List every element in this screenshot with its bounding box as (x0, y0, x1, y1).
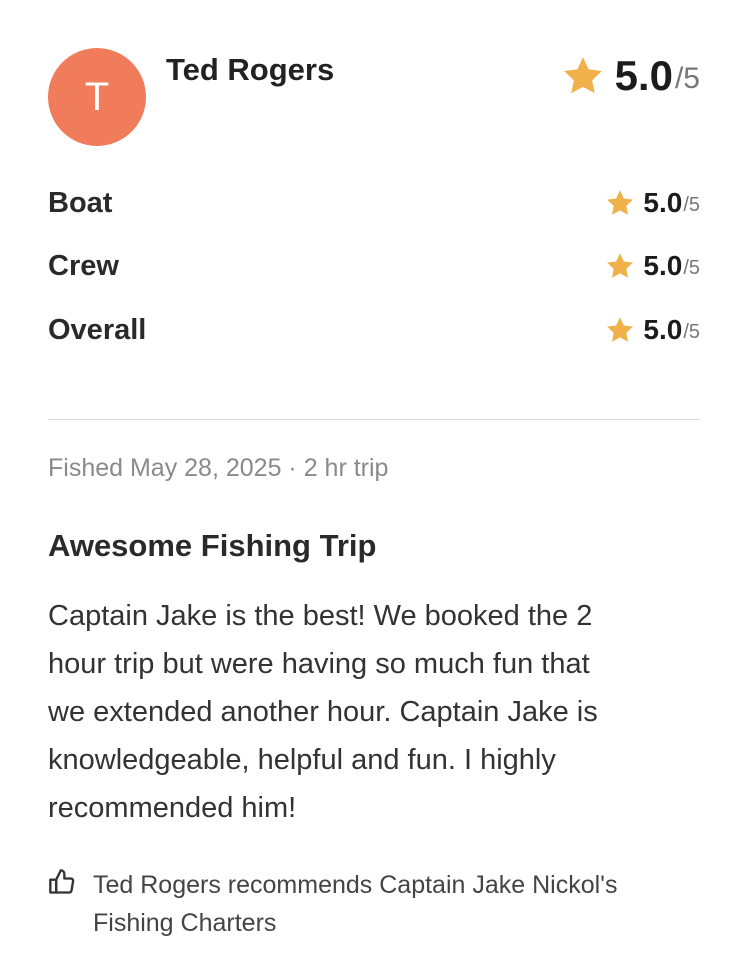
category-label: Overall (48, 313, 147, 346)
review-body-line: recommended him! (48, 792, 297, 824)
category-rating: 5.0 /5 (605, 187, 700, 219)
overall-score: 5.0 (614, 52, 673, 99)
review-card: T Ted Rogers 5.0 /5 Boat 5.0 /5 Crew 5.0… (0, 0, 736, 979)
avatar: T (48, 48, 146, 146)
star-icon (607, 253, 634, 278)
recommendation-line: Fishing Charters (93, 909, 277, 937)
category-out-of: /5 (683, 320, 700, 343)
review-body-line: knowledgeable, helpful and fun. I highly (48, 744, 556, 776)
star-icon (607, 317, 634, 342)
star-icon (563, 57, 602, 94)
category-rating: 5.0 /5 (605, 250, 700, 282)
review-body-line: Captain Jake is the best! We booked the … (48, 600, 593, 632)
review-title: Awesome Fishing Trip (48, 528, 377, 563)
recommendation-text: Ted Rogers recommends Captain Jake Nicko… (93, 866, 617, 942)
category-score: 5.0 (643, 187, 683, 218)
star-icon (607, 190, 634, 215)
category-row-overall: Overall 5.0 /5 (48, 310, 700, 350)
recommendation-line: Ted Rogers recommends Captain Jake Nicko… (93, 871, 618, 899)
reviewer-name: Ted Rogers (166, 52, 335, 87)
review-body-line: we extended another hour. Captain Jake i… (48, 696, 598, 728)
overall-out-of: /5 (674, 62, 700, 95)
thumbs-up-icon (49, 869, 75, 894)
category-label: Boat (48, 186, 113, 219)
category-rating: 5.0 /5 (605, 314, 700, 346)
category-out-of: /5 (683, 193, 700, 216)
category-score: 5.0 (643, 314, 683, 345)
review-body: Captain Jake is the best! We booked the … (48, 592, 688, 832)
overall-rating: 5.0 /5 (561, 52, 700, 100)
category-row-crew: Crew 5.0 /5 (48, 246, 700, 286)
trip-meta: Fished May 28, 2025 · 2 hr trip (48, 454, 389, 482)
category-row-boat: Boat 5.0 /5 (48, 183, 700, 223)
category-label: Crew (48, 249, 119, 282)
category-score: 5.0 (643, 250, 683, 281)
review-body-line: hour trip but were having so much fun th… (48, 648, 590, 680)
divider (48, 419, 700, 420)
category-out-of: /5 (683, 256, 700, 279)
